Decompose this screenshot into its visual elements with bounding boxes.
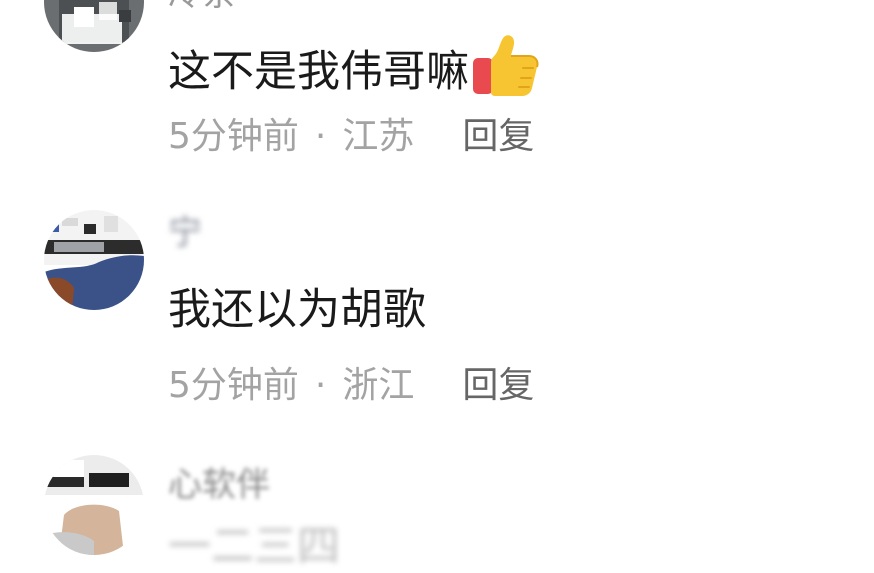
comment-text: 我还以为胡歌: [168, 285, 426, 335]
separator: ·: [314, 116, 327, 157]
username[interactable]: 心软伴: [168, 465, 270, 505]
avatar[interactable]: [44, 0, 144, 52]
comment-meta: 5分钟前 · 江苏 回复: [168, 115, 534, 159]
avatar[interactable]: [44, 455, 144, 555]
comment-text: 这不是我伟哥嘛: [168, 34, 541, 110]
avatar[interactable]: [44, 210, 144, 310]
reply-button[interactable]: 回复: [462, 364, 534, 408]
location: 浙江: [342, 365, 415, 406]
separator: ·: [314, 365, 327, 406]
comment-meta: 5分钟前 · 浙江 回复: [168, 364, 534, 408]
username[interactable]: 宁: [168, 213, 202, 253]
reply-button[interactable]: 回复: [462, 115, 534, 159]
location: 江苏: [342, 116, 415, 157]
timestamp: 5分钟前: [168, 116, 299, 157]
thumbs-up-icon: [471, 34, 541, 110]
username[interactable]: 冷茶: [168, 0, 236, 14]
comment-text-body: 这不是我伟哥嘛: [168, 47, 469, 97]
timestamp: 5分钟前: [168, 365, 299, 406]
